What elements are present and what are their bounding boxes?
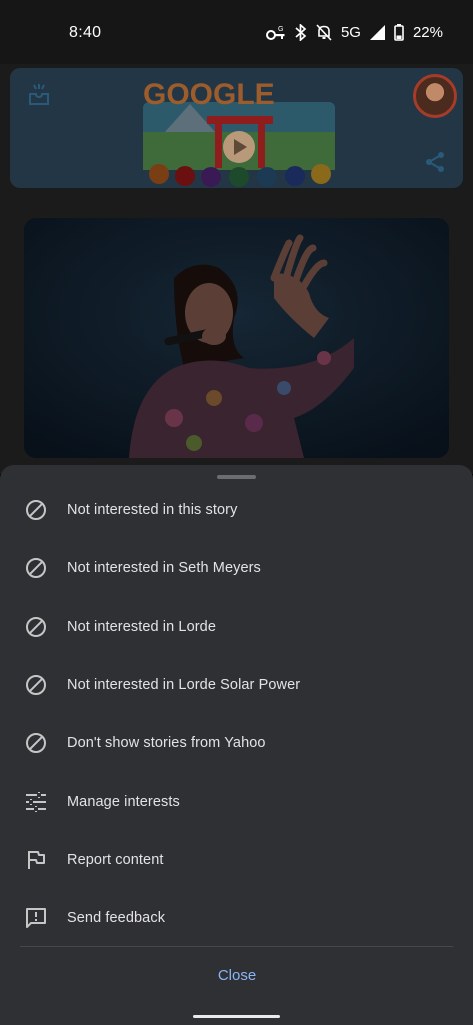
menu-item-not-interested-lorde-solar-power[interactable]: Not interested in Lorde Solar Power [0,656,473,714]
network-type: 5G [340,24,361,41]
menu-item-not-interested-lorde[interactable]: Not interested in Lorde [0,598,473,656]
doodle-card[interactable]: GOOGLE [10,68,463,188]
inbox-icon[interactable] [26,82,52,113]
menu-item-not-interested-seth-meyers[interactable]: Not interested in Seth Meyers [0,539,473,597]
battery-percent: 22% [412,24,443,41]
menu-item-label: Not interested in Lorde Solar Power [67,677,301,694]
story-options-sheet: Not interested in this story Not interes… [0,465,473,1025]
menu-item-label: Not interested in Seth Meyers [67,560,261,577]
status-icons: G 5G 22% [265,24,443,41]
signal-icon [369,25,385,40]
tune-icon [24,790,48,814]
menu-item-send-feedback[interactable]: Send feedback [0,889,473,947]
story-options-menu: Not interested in this story Not interes… [0,481,473,947]
divider [20,946,453,947]
menu-item-label: Not interested in Lorde [67,618,216,635]
story-photo[interactable] [24,218,449,458]
navigation-bar [0,1003,473,1025]
block-icon [24,556,48,580]
menu-item-label: Report content [67,851,164,868]
account-avatar[interactable] [413,74,457,118]
svg-text:G: G [278,26,283,33]
menu-item-label: Don't show stories from Yahoo [67,735,266,752]
status-time: 8:40 [69,24,102,41]
block-icon [24,498,48,522]
menu-item-dont-show-yahoo[interactable]: Don't show stories from Yahoo [0,714,473,772]
home-indicator[interactable] [193,1015,280,1018]
close-button[interactable]: Close [186,958,288,992]
block-icon [24,615,48,639]
menu-item-label: Manage interests [67,793,180,810]
doodle-image[interactable]: GOOGLE [135,72,345,187]
vpn-key-icon: G [265,25,286,41]
notifications-off-icon [316,24,332,41]
bluetooth-icon [295,24,307,41]
doodle-logo-text: GOOGLE [143,78,275,111]
menu-item-report-content[interactable]: Report content [0,831,473,889]
status-bar: 8:40 G 5G 22% [0,0,473,64]
share-icon[interactable] [423,150,447,179]
block-icon [24,673,48,697]
block-icon [24,731,48,755]
menu-item-not-interested-story[interactable]: Not interested in this story [0,481,473,539]
battery-icon [394,24,404,41]
drag-handle[interactable] [217,475,256,479]
menu-item-label: Not interested in this story [67,502,238,519]
feedback-icon [24,906,48,930]
flag-icon [24,848,48,872]
menu-item-manage-interests[interactable]: Manage interests [0,772,473,830]
discover-feed: GOOGLE [0,64,473,474]
menu-item-label: Send feedback [67,910,166,927]
